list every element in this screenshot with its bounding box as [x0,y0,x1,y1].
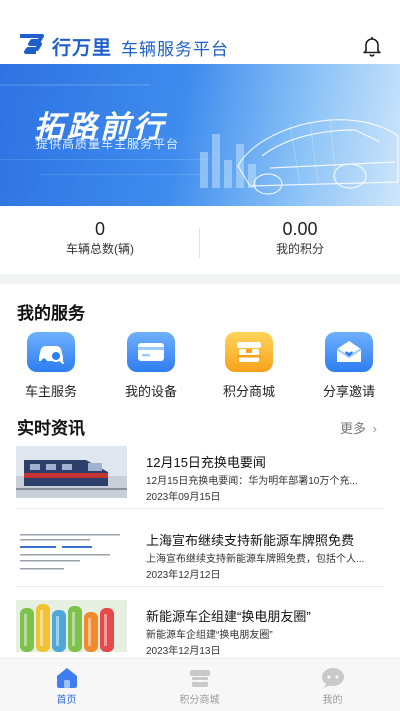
news-item[interactable]: 12月15日充换电要闻 12月15日充换电要闻：华为明年部署10万个充... 2… [16,446,384,516]
service-share[interactable]: 分享邀请 [309,332,389,400]
service-share-label: 分享邀请 [322,384,375,399]
document-photo [16,524,127,576]
news-section-title: 实时资讯 [17,419,85,438]
tab-profile-label: 我的 [322,695,343,706]
app-header: 行万里 车辆服务平台 [0,0,400,64]
news-title: 上海宣布继续支持新能源车牌照免费 [146,533,355,548]
points-value: 0.00 [282,219,318,239]
tab-mall-label: 积分商城 [179,695,220,706]
home-icon [56,668,77,688]
news-summary: 新能源车企组建“换电朋友圈” [146,630,273,641]
promo-banner[interactable]: 拓路前行 提供高质量车主服务平台 [0,64,400,206]
share-mail-icon [325,332,373,372]
app-logo-icon [20,34,44,54]
points-stat[interactable]: 0.00 我的积分 [200,218,400,258]
vehicle-count-label: 车辆总数(辆) [66,242,134,256]
tab-home-label: 首页 [56,695,77,706]
service-device-label: 我的设备 [124,384,177,399]
tab-profile[interactable]: 我的 [266,659,399,711]
tab-mall[interactable]: 积分商城 [133,659,266,711]
news-date: 2023年12月12日 [146,570,221,581]
news-date: 2023年12月13日 [146,646,221,657]
service-mall[interactable]: 积分商城 [209,332,289,400]
mall-icon [189,670,210,687]
notification-bell-icon[interactable] [361,35,383,57]
device-card-icon [127,332,175,372]
news-summary: 12月15日充换电要闻：华为明年部署10万个充... [146,476,358,487]
platform-name: 车辆服务平台 [121,40,229,59]
services-section-title: 我的服务 [17,304,85,323]
batteries-photo [16,600,127,652]
news-summary: 上海宣布继续支持新能源车牌照免费，包括个人... [146,554,365,565]
car-search-icon [27,332,75,372]
profile-chat-icon [321,668,344,688]
vehicle-count-stat[interactable]: 0 车辆总数(辆) [0,218,200,258]
banner-subtitle: 提供高质量车主服务平台 [36,137,180,151]
points-label: 我的积分 [275,242,324,256]
bottom-tab-bar: 首页 积分商城 我的 [0,658,400,711]
chevron-right-icon: › [372,421,377,436]
news-title: 12月15日充换电要闻 [146,455,266,470]
news-title: 新能源车企组建“换电朋友圈” [146,609,311,624]
train-photo [16,446,127,498]
news-divider [16,508,384,509]
news-divider [16,586,384,587]
points-mall-icon [225,332,273,372]
news-more-link[interactable]: 更多 › [340,418,377,437]
service-mall-label: 积分商城 [222,384,275,399]
service-device[interactable]: 我的设备 [111,332,191,400]
tab-home[interactable]: 首页 [0,659,133,711]
service-owner-label: 车主服务 [24,384,77,399]
service-owner[interactable]: 车主服务 [11,332,91,400]
news-more-label: 更多 [340,421,367,436]
news-item[interactable]: 上海宣布继续支持新能源车牌照免费 上海宣布继续支持新能源车牌照免费，包括个人..… [16,524,384,594]
vehicle-count-value: 0 [94,219,105,239]
news-date: 2023年09月15日 [146,492,221,503]
brand-name: 行万里 [52,38,113,59]
account-stats: 0 车辆总数(辆) 0.00 我的积分 [0,218,400,270]
section-gap [0,274,400,284]
